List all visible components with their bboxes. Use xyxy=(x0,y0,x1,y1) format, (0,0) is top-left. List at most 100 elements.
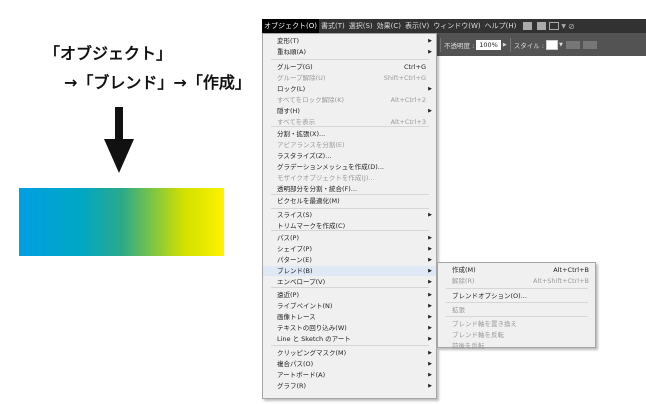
submenu-item[interactable]: ブレンドオプション(O)... xyxy=(438,291,595,301)
menu-item[interactable]: スライス(S) ▶ xyxy=(263,210,436,220)
menu-item[interactable]: 変形(T) ▶ xyxy=(263,36,436,46)
menu-item-label: ブレンド(B) xyxy=(277,267,313,275)
chevron-right-icon: ▶ xyxy=(428,268,432,274)
menu-view[interactable]: 表示(V) xyxy=(403,19,431,33)
menu-bar: オブジェクト(O) 書式(T) 選択(S) 効果(C) 表示(V) ウィンドウ(… xyxy=(262,19,646,33)
menu-item[interactable]: ライブペイント(N) ▶ xyxy=(263,301,436,311)
menu-item[interactable]: テキストの回り込み(W) ▶ xyxy=(263,323,436,333)
chevron-right-icon: ▶ xyxy=(428,383,432,389)
chevron-right-icon: ▶ xyxy=(428,235,432,241)
submenu-item[interactable]: ブレンド軸を反転 xyxy=(438,330,595,340)
menu-item[interactable]: すべてを表示 Alt+Ctrl+3 xyxy=(263,117,436,127)
menu-item[interactable]: すべてをロック解除(K) Alt+Ctrl+2 xyxy=(263,95,436,105)
divider xyxy=(509,37,511,52)
chevron-right-icon: ▶ xyxy=(428,212,432,218)
menu-item[interactable]: アピアランスを分割(E) xyxy=(263,140,436,150)
menu-item[interactable]: 遠近(P) ▶ xyxy=(263,290,436,300)
menu-item-label: ロック(L) xyxy=(277,85,306,93)
arrange-icon[interactable] xyxy=(549,22,560,30)
menu-item[interactable]: ラスタライズ(Z)... xyxy=(263,151,436,161)
menu-item[interactable]: グループ(G) Ctrl+G xyxy=(263,62,436,72)
menu-item[interactable]: Line と Sketch のアート ▶ xyxy=(263,334,436,344)
menu-item[interactable]: モザイクオブジェクトを作成(J)... xyxy=(263,173,436,183)
chevron-right-icon: ▶ xyxy=(428,325,432,331)
menu-divider xyxy=(271,345,429,346)
align-icon[interactable] xyxy=(565,40,580,49)
menu-window[interactable]: ウィンドウ(W) xyxy=(431,19,482,33)
opacity-label: 不透明度 : xyxy=(444,41,475,50)
submenu-item[interactable]: 解除(R) Alt+Shift+Ctrl+B xyxy=(438,276,595,286)
menu-item[interactable]: 隠す(H) ▶ xyxy=(263,106,436,116)
submenu-item-label: 解除(R) xyxy=(452,277,475,285)
menu-object[interactable]: オブジェクト(O) xyxy=(262,19,319,33)
chevron-right-icon[interactable]: ▶ xyxy=(503,42,507,48)
menu-select[interactable]: 選択(S) xyxy=(347,19,375,33)
menu-divider xyxy=(271,287,429,288)
menu-item[interactable]: ピクセルを最適化(M) xyxy=(263,196,436,206)
menu-item-label: グラデーションメッシュを作成(D)... xyxy=(277,163,384,171)
style-swatch[interactable] xyxy=(545,39,558,50)
menu-type[interactable]: 書式(T) xyxy=(319,19,347,33)
menu-divider xyxy=(271,59,429,60)
menu-item[interactable]: ブレンド(B) ▶ xyxy=(263,266,436,276)
search-icon[interactable]: ⊘ xyxy=(568,22,575,31)
submenu-item-label: ブレンドオプション(O)... xyxy=(452,292,527,300)
chevron-right-icon: ▶ xyxy=(428,292,432,298)
menu-item[interactable]: ロック(L) ▶ xyxy=(263,84,436,94)
menu-item-label: 分割・拡張(X)... xyxy=(277,130,326,138)
menu-item-label: Line と Sketch のアート xyxy=(277,335,351,343)
menu-item[interactable]: グループ解除(U) Shift+Ctrl+G xyxy=(263,73,436,83)
chevron-right-icon: ▶ xyxy=(428,257,432,263)
submenu-item-shortcut: Alt+Ctrl+B xyxy=(553,266,589,274)
chevron-right-icon: ▶ xyxy=(428,38,432,44)
menu-help[interactable]: ヘルプ(H) xyxy=(483,19,519,33)
menu-item-label: クリッピングマスク(M) xyxy=(277,349,347,357)
menu-item[interactable]: 透明部分を分割・統合(F)... xyxy=(263,184,436,194)
menu-item[interactable]: 複合パス(O) ▶ xyxy=(263,359,436,369)
menu-item-label: 遠近(P) xyxy=(277,291,299,299)
menu-item-label: 複合パス(O) xyxy=(277,360,314,368)
menu-item-label: グループ解除(U) xyxy=(277,74,326,82)
menu-item-label: ピクセルを最適化(M) xyxy=(277,197,340,205)
menu-effect[interactable]: 効果(C) xyxy=(375,19,403,33)
submenu-item[interactable]: 拡張 xyxy=(438,305,595,315)
menu-divider xyxy=(446,288,588,289)
chevron-down-icon[interactable]: ▼ xyxy=(559,42,563,48)
menu-item[interactable]: グラフ(R) ▶ xyxy=(263,381,436,391)
chevron-right-icon: ▶ xyxy=(428,372,432,378)
menu-item[interactable]: 分割・拡張(X)... xyxy=(263,129,436,139)
chevron-down-icon[interactable]: ▼ xyxy=(561,23,566,30)
menu-item[interactable]: パス(P) ▶ xyxy=(263,233,436,243)
chevron-right-icon: ▶ xyxy=(428,361,432,367)
control-toolbar: 不透明度 : 100% ▶ スタイル : ▼ xyxy=(437,33,646,56)
menu-item[interactable]: パターン(E) ▶ xyxy=(263,255,436,265)
opacity-field[interactable]: 100% xyxy=(476,39,501,50)
chevron-right-icon: ▶ xyxy=(428,336,432,342)
menu-item[interactable]: 重ね順(A) ▶ xyxy=(263,47,436,57)
menu-item[interactable]: トリムマークを作成(C) xyxy=(263,221,436,231)
menu-item[interactable]: グラデーションメッシュを作成(D)... xyxy=(263,162,436,172)
menu-item-label: 変形(T) xyxy=(277,37,300,45)
chevron-right-icon: ▶ xyxy=(428,303,432,309)
bridge-icon[interactable] xyxy=(523,22,533,30)
menu-divider xyxy=(446,316,588,317)
menu-item-label: グループ(G) xyxy=(277,63,313,71)
menu-item[interactable]: エンベロープ(V) ▶ xyxy=(263,277,436,287)
instruction-line-1: 「オブジェクト」 xyxy=(44,44,173,63)
chevron-right-icon: ▶ xyxy=(428,246,432,252)
menu-item-shortcut: Alt+Ctrl+3 xyxy=(390,118,426,126)
submenu-item[interactable]: ブレンド軸を置き換え xyxy=(438,319,595,329)
menu-item-label: グラフ(R) xyxy=(277,382,307,390)
submenu-item[interactable]: 前後を反転 xyxy=(438,341,595,351)
submenu-item-label: 拡張 xyxy=(452,306,465,314)
menu-item-label: 隠す(H) xyxy=(277,107,300,115)
transform-icon[interactable] xyxy=(582,40,597,49)
menu-item[interactable]: アートボード(A) ▶ xyxy=(263,370,436,380)
menu-item-label: パターン(E) xyxy=(277,256,312,264)
menu-item[interactable]: シェイプ(P) ▶ xyxy=(263,244,436,254)
menu-item-label: シェイプ(P) xyxy=(277,245,312,253)
menu-item[interactable]: 画像トレース ▶ xyxy=(263,312,436,322)
submenu-item[interactable]: 作成(M) Alt+Ctrl+B xyxy=(438,265,595,275)
menu-item[interactable]: クリッピングマスク(M) ▶ xyxy=(263,348,436,358)
stock-icon[interactable] xyxy=(537,22,547,30)
